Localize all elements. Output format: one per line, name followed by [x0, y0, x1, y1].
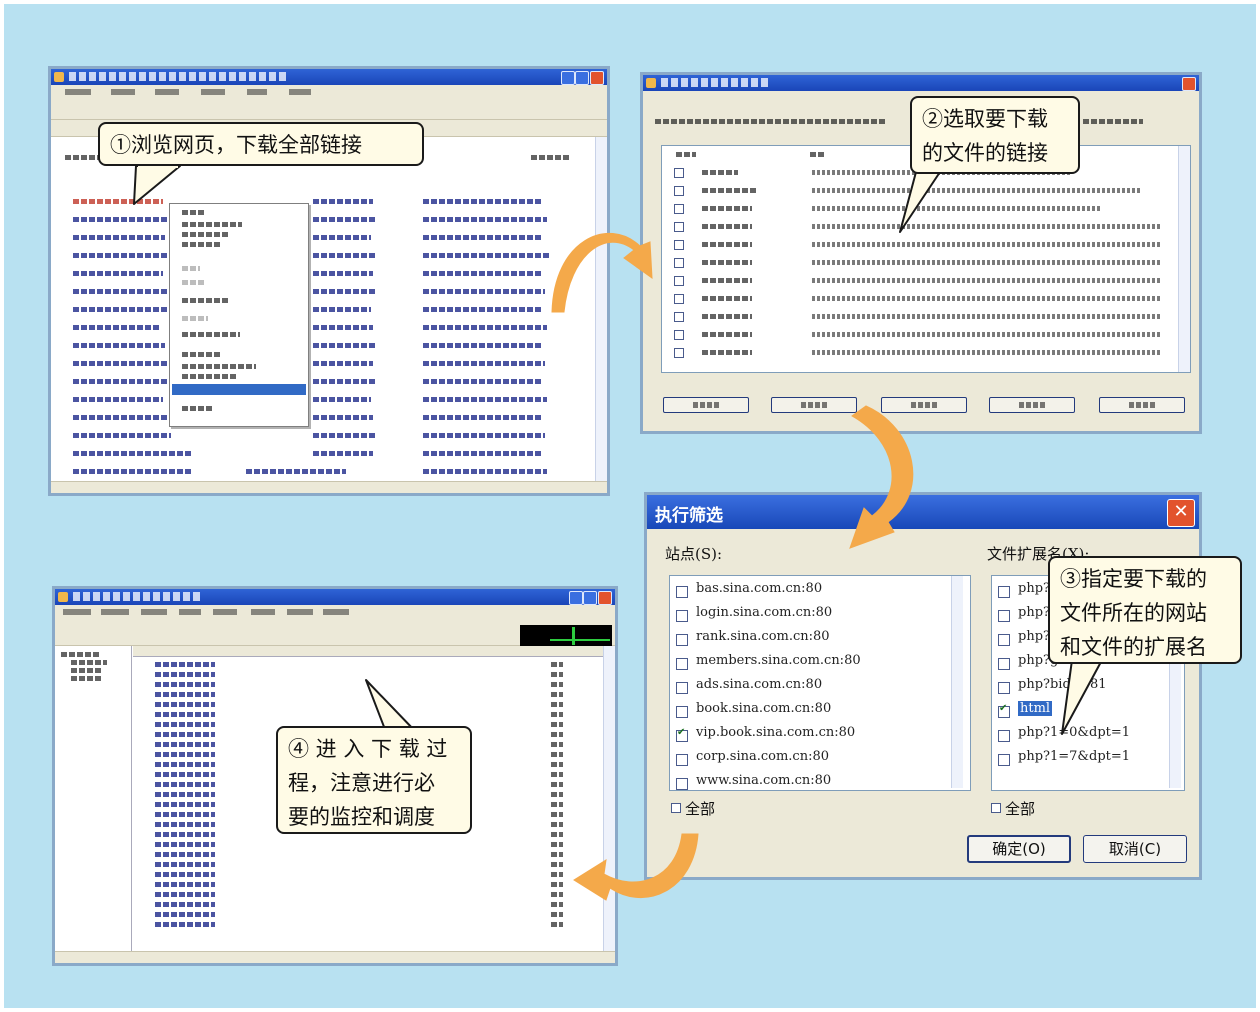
- step-2-text: ②选取要下载 的文件的链接: [922, 107, 1048, 165]
- flow-arrow-2-to-3: [849, 405, 914, 549]
- callout-1-tail: [133, 164, 181, 205]
- extension-label: php?1=7&dpt=1: [1018, 749, 1131, 764]
- sites-label: 站点(S):: [665, 545, 723, 563]
- site-checkbox[interactable]: [676, 658, 688, 670]
- site-checkbox[interactable]: [676, 610, 688, 622]
- extension-label: php?: [1018, 629, 1050, 644]
- select-all-sites-label: 全部: [685, 800, 716, 818]
- extension-checkbox[interactable]: [998, 634, 1010, 646]
- extension-checkbox[interactable]: [998, 658, 1010, 670]
- site-checkbox[interactable]: [676, 706, 688, 718]
- select-all-sites-checkbox[interactable]: [671, 803, 681, 813]
- site-row[interactable]: ads.sina.com.cn:80: [670, 676, 956, 700]
- close-icon[interactable]: ✕: [1167, 499, 1195, 527]
- step-4-text: ④ 进 入 下 载 过 程，注意进行必 要的监控和调度: [288, 737, 448, 829]
- site-row[interactable]: corp.sina.com.cn:80: [670, 748, 956, 772]
- step-1-text: ①浏览网页，下载全部链接: [110, 133, 362, 157]
- sites-list: bas.sina.com.cn:80 login.sina.com.cn:80 ra…: [669, 575, 971, 791]
- callout-2-tail: [899, 170, 941, 233]
- link-dialog-ok-button[interactable]: [989, 397, 1075, 413]
- step-1-callout: ①浏览网页，下载全部链接: [98, 122, 424, 166]
- filter-ok-button[interactable]: 确定(O): [967, 835, 1071, 863]
- browser-titlebar: [51, 69, 607, 85]
- extension-checkbox[interactable]: [998, 754, 1010, 766]
- site-label: www.sina.com.cn:80: [696, 773, 832, 788]
- filter-cancel-button[interactable]: 取消(C): [1083, 835, 1187, 863]
- site-checkbox[interactable]: [676, 586, 688, 598]
- extension-checkbox[interactable]: [998, 610, 1010, 622]
- category-tree: [55, 646, 132, 952]
- speed-graph: [520, 625, 612, 647]
- site-checkbox[interactable]: [676, 682, 688, 694]
- link-dialog-button-1[interactable]: [663, 397, 749, 413]
- site-row[interactable]: www.sina.com.cn:80: [670, 772, 956, 790]
- select-all-extensions-label: 全部: [1005, 800, 1036, 818]
- extension-label: php?: [1018, 605, 1050, 620]
- flow-arrow-3-to-4: [573, 833, 699, 901]
- link-dialog-cancel-button[interactable]: [1099, 397, 1185, 413]
- step-3-callout: ③指定要下载的 文件所在的网站 和文件的扩展名: [1048, 556, 1242, 664]
- extension-checkbox[interactable]: [998, 730, 1010, 742]
- browser-menubar: [51, 85, 607, 99]
- site-label: members.sina.com.cn:80: [696, 653, 861, 668]
- site-checkbox[interactable]: [676, 754, 688, 766]
- callout-3-tail: [1061, 658, 1103, 735]
- site-checkbox[interactable]: [676, 634, 688, 646]
- site-label: corp.sina.com.cn:80: [696, 749, 830, 764]
- browser-statusbar: [51, 481, 607, 493]
- extension-checkbox[interactable]: [998, 586, 1010, 598]
- download-titlebar: [55, 589, 615, 605]
- context-menu-highlight: [172, 384, 306, 395]
- site-row[interactable]: book.sina.com.cn:80: [670, 700, 956, 724]
- site-row[interactable]: bas.sina.com.cn:80: [670, 580, 956, 604]
- context-menu: [169, 203, 309, 427]
- site-checkbox[interactable]: [676, 727, 688, 742]
- filter-dialog-title: 执行筛选: [655, 506, 723, 526]
- step-2-callout: ②选取要下载 的文件的链接: [910, 96, 1080, 174]
- select-all-extensions-checkbox[interactable]: [991, 803, 1001, 813]
- download-menubar: [55, 605, 615, 619]
- download-statusbar: [55, 951, 615, 963]
- extension-checkbox[interactable]: [998, 703, 1010, 718]
- site-checkbox[interactable]: [676, 778, 688, 790]
- site-row[interactable]: login.sina.com.cn:80: [670, 604, 956, 628]
- link-dialog-button-2[interactable]: [771, 397, 857, 413]
- step-4-callout: ④ 进 入 下 载 过 程，注意进行必 要的监控和调度: [276, 726, 472, 834]
- extension-row[interactable]: php?1=7&dpt=1: [992, 748, 1170, 772]
- extension-label: php?: [1018, 581, 1050, 596]
- site-label: vip.book.sina.com.cn:80: [696, 725, 856, 740]
- site-row[interactable]: members.sina.com.cn:80: [670, 652, 956, 676]
- site-label: login.sina.com.cn:80: [696, 605, 833, 620]
- site-label: book.sina.com.cn:80: [696, 701, 832, 716]
- filter-cancel-label: 取消(C): [1108, 840, 1162, 858]
- site-row[interactable]: rank.sina.com.cn:80: [670, 628, 956, 652]
- site-label: bas.sina.com.cn:80: [696, 581, 823, 596]
- extension-label: html: [1018, 701, 1053, 716]
- sites-scrollbar[interactable]: [951, 576, 963, 788]
- extension-checkbox[interactable]: [998, 682, 1010, 694]
- flow-arrow-1-to-2: [551, 232, 653, 313]
- filter-ok-label: 确定(O): [992, 840, 1046, 858]
- site-label: ads.sina.com.cn:80: [696, 677, 823, 692]
- browser-toolbar: [51, 99, 607, 120]
- site-row[interactable]: vip.book.sina.com.cn:80: [670, 724, 956, 748]
- link-list-scrollbar: [1178, 146, 1190, 372]
- site-label: rank.sina.com.cn:80: [696, 629, 830, 644]
- step-3-text: ③指定要下载的 文件所在的网站 和文件的扩展名: [1060, 567, 1207, 659]
- figure-background: 执行筛选 ✕ 站点(S): 文件扩展名(X): bas.sina.com.cn:…: [4, 4, 1256, 1008]
- link-dialog-titlebar: [643, 75, 1199, 91]
